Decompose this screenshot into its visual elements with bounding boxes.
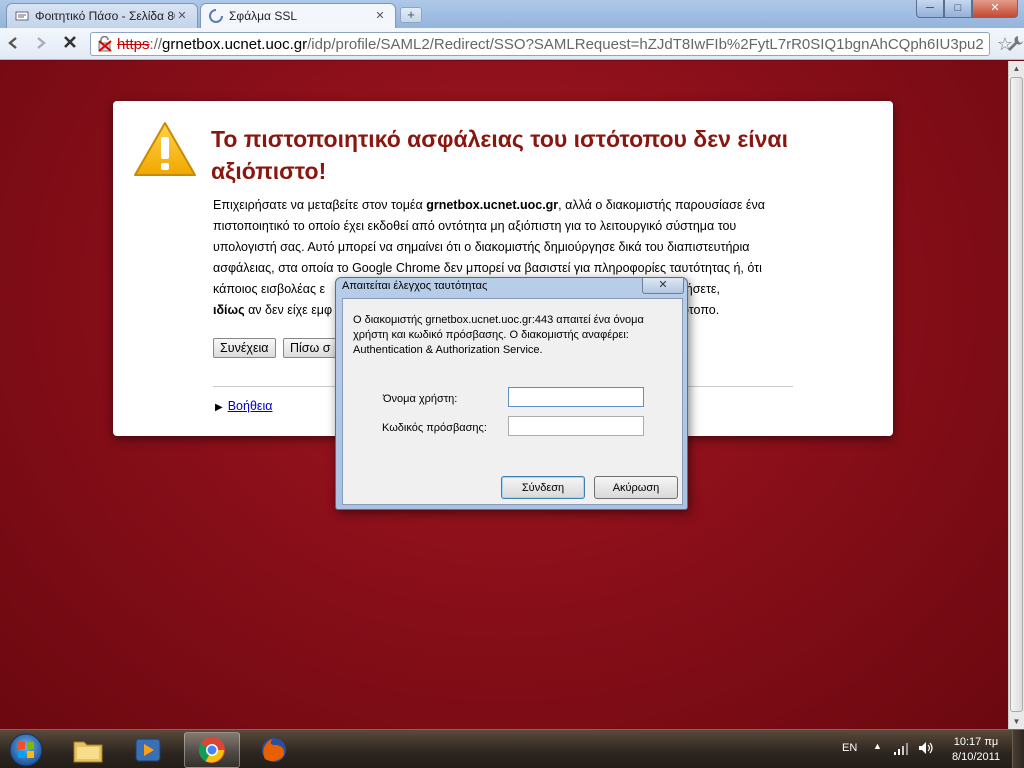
show-hidden-icons-icon[interactable]: ▲ (873, 741, 882, 751)
warning-triangle-icon (133, 121, 197, 177)
password-label: Κωδικός πρόσβασης: (382, 422, 487, 434)
back-arrow-icon[interactable] (4, 34, 24, 54)
broken-lock-icon (97, 35, 113, 52)
page-title: Το πιστοποιητικό ασφάλειας του ιστότοπου… (211, 126, 788, 184)
desc-part-4: αν δεν είχε εμφ (244, 303, 333, 317)
username-input[interactable] (508, 387, 644, 407)
address-bar[interactable]: https://grnetbox.ucnet.uoc.gr/idp/profil… (90, 32, 990, 56)
back-to-safety-button[interactable]: Πίσω σ (283, 338, 339, 358)
volume-speaker-icon[interactable] (918, 741, 934, 758)
desc-part-1: Επιχειρήσατε να μεταβείτε στον τομέα (213, 198, 427, 212)
dialog-close-button[interactable]: ✕ (642, 278, 684, 294)
browser-toolbar: https://grnetbox.ucnet.uoc.gr/idp/profil… (0, 28, 1024, 60)
taskbar-explorer-folder-icon[interactable] (60, 732, 116, 768)
close-window-button[interactable]: ✕ (972, 0, 1018, 18)
url-scheme: https (117, 35, 150, 53)
title-bar: Φοιτητικό Πάσο - Σελίδα 80 ✕ Σφάλμα SSL … (0, 0, 1024, 28)
url-host: grnetbox.ucnet.uoc.gr (162, 35, 308, 53)
login-button[interactable]: Σύνδεση (501, 476, 585, 499)
new-tab-button[interactable]: + (400, 7, 422, 23)
cancel-button[interactable]: Ακύρωση (594, 476, 678, 499)
forward-arrow-icon[interactable] (30, 34, 50, 54)
vertical-scrollbar[interactable]: ▲ ▼ (1008, 61, 1024, 729)
tab-student-pass[interactable]: Φοιτητικό Πάσο - Σελίδα 80 ✕ (6, 3, 198, 28)
dialog-message: Ο διακομιστής grnetbox.ucnet.uoc.gr:443 … (353, 314, 644, 356)
language-indicator[interactable]: EN (842, 742, 857, 754)
clock-time[interactable]: 10:17 πμ (946, 736, 1006, 748)
help-link[interactable]: Βοήθεια (228, 399, 273, 413)
windows-taskbar: EN ▲ 10:17 πμ 8/10/2011 (0, 729, 1024, 768)
stop-icon[interactable] (60, 34, 80, 54)
clock-date[interactable]: 8/10/2011 (946, 751, 1006, 763)
auth-dialog: Απαιτείται έλεγχος ταυτότητας ✕ Ο διακομ… (335, 277, 688, 510)
scroll-down-arrow-icon[interactable]: ▼ (1009, 714, 1024, 729)
loading-spinner-icon (209, 9, 223, 23)
page-favicon-icon (15, 9, 29, 23)
url-path: /idp/profile/SAML2/Redirect/SSO?SAMLRequ… (307, 35, 984, 53)
taskbar-firefox-icon[interactable] (246, 732, 302, 768)
url-separator: :// (149, 35, 163, 53)
url-text: https://grnetbox.ucnet.uoc.gr/idp/profil… (117, 36, 984, 53)
dialog-body: Ο διακομιστής grnetbox.ucnet.uoc.gr:443 … (342, 298, 683, 505)
minimize-button[interactable]: ─ (916, 0, 944, 18)
dialog-title: Απαιτείται έλεγχος ταυτότητας (342, 280, 488, 292)
continue-button[interactable]: Συνέχεια (213, 338, 276, 358)
wrench-icon[interactable] (1006, 34, 1024, 54)
tab-title: Φοιτητικό Πάσο - Σελίδα 80 (35, 9, 175, 23)
desc-bold-word: ιδίως (213, 303, 245, 317)
scroll-thumb[interactable] (1010, 77, 1023, 712)
username-label: Όνομα χρήστη: (383, 393, 458, 405)
password-input[interactable] (508, 416, 644, 436)
scroll-up-arrow-icon[interactable]: ▲ (1009, 61, 1024, 76)
expand-triangle-icon[interactable]: ▶ (215, 402, 223, 413)
maximize-button[interactable]: □ (944, 0, 972, 18)
help-expander[interactable]: ▶ Βοήθεια (215, 399, 272, 413)
show-desktop-button[interactable] (1012, 730, 1024, 768)
network-signal-icon[interactable] (893, 742, 909, 756)
tab-title: Σφάλμα SSL (229, 9, 298, 23)
taskbar-chrome-icon[interactable] (184, 732, 240, 768)
windows-start-button[interactable] (4, 731, 48, 768)
taskbar-media-player-icon[interactable] (120, 732, 176, 768)
desc-host: grnetbox.ucnet.uoc.gr (426, 198, 559, 212)
tab-close-icon[interactable]: ✕ (175, 9, 189, 23)
tab-close-icon[interactable]: ✕ (373, 9, 387, 23)
tab-ssl-error[interactable]: Σφάλμα SSL ✕ (200, 3, 396, 28)
